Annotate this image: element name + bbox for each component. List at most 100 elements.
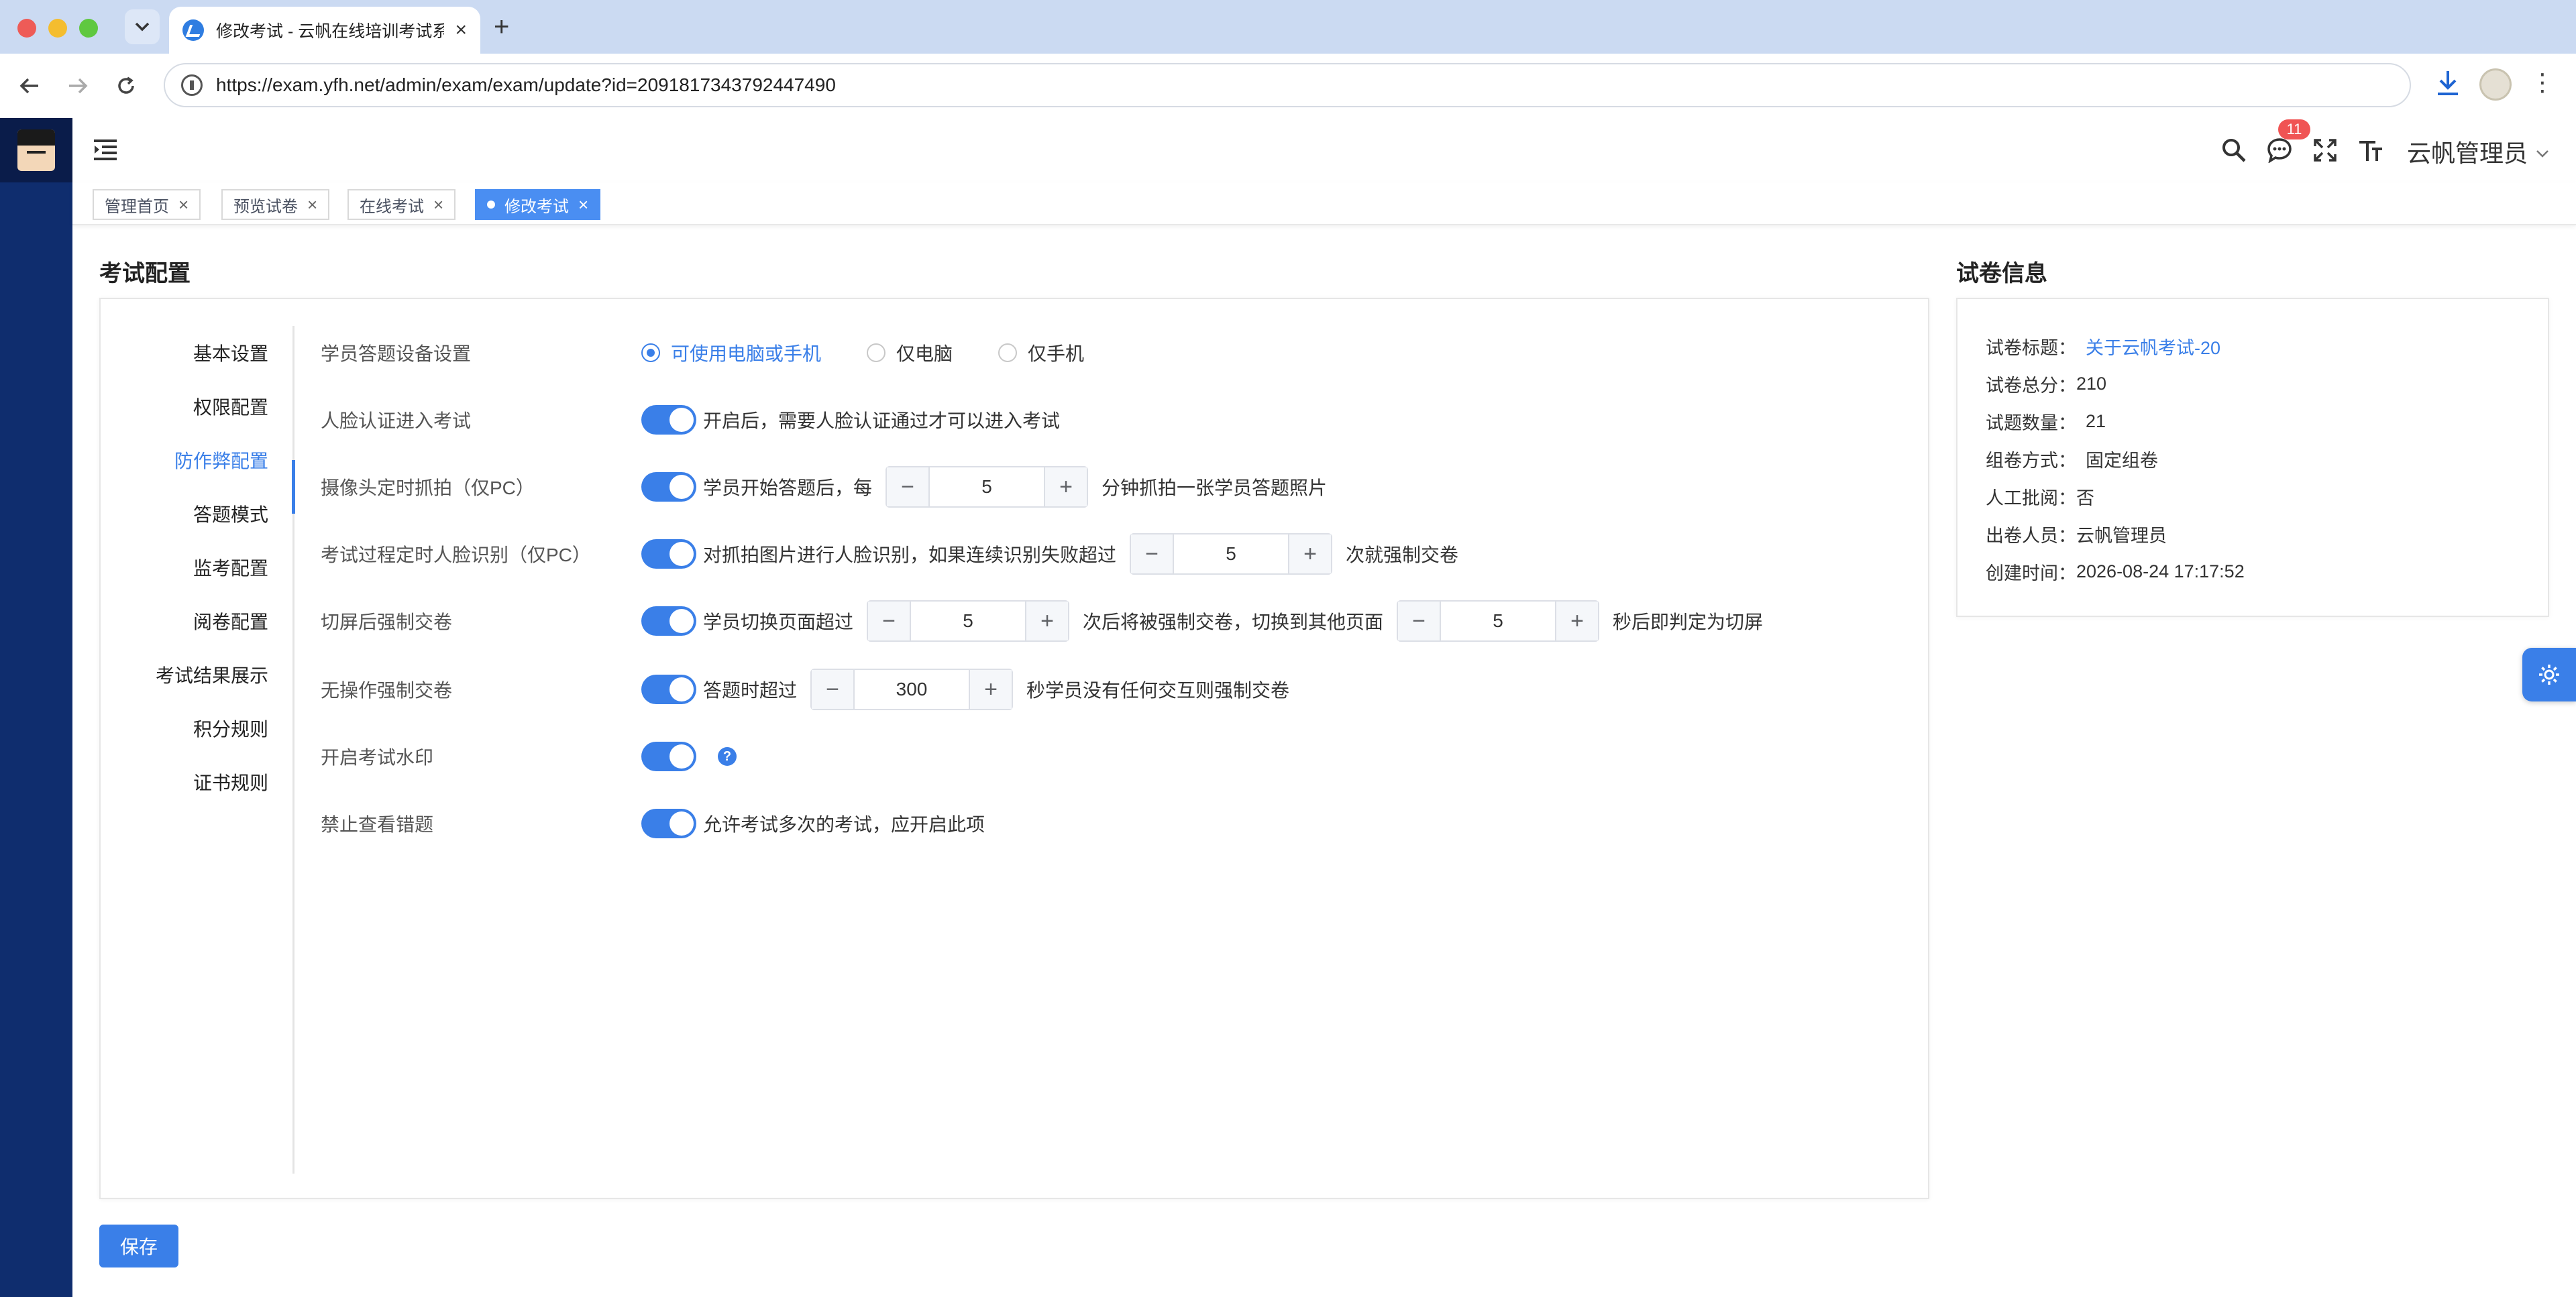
info-key: 试卷总分：	[1986, 375, 2076, 396]
face-recognition-switch[interactable]	[641, 539, 696, 569]
increment-button[interactable]: +	[1044, 467, 1087, 506]
face-auth-switch[interactable]	[641, 405, 696, 435]
hide-wrong-switch[interactable]	[641, 809, 696, 838]
menu-item-proctor[interactable]: 监考配置	[101, 541, 292, 594]
radio-pc-only[interactable]: 仅电脑	[867, 339, 953, 366]
radio-circle	[998, 343, 1018, 362]
menu-active-indicator	[292, 460, 295, 514]
close-icon[interactable]: ×	[178, 194, 189, 215]
font-size-icon[interactable]	[2356, 135, 2385, 165]
decrement-button[interactable]: −	[868, 602, 912, 640]
menu-item-answer-mode[interactable]: 答题模式	[101, 487, 292, 541]
stepper-input[interactable]: 5	[1441, 610, 1555, 632]
admin-user-menu[interactable]: 云帆管理员	[2407, 134, 2549, 169]
menu-item-anti-cheat[interactable]: 防作弊配置	[101, 433, 292, 487]
help-icon[interactable]: ?	[718, 747, 737, 766]
tab-search-button[interactable]	[125, 9, 160, 44]
paper-title-link[interactable]: 关于云帆考试-20	[2086, 333, 2220, 359]
radio-label: 仅手机	[1028, 343, 1085, 364]
browser-tab-title: 修改考试 - 云帆在线培训考试系	[216, 22, 444, 41]
url-text[interactable]: https://exam.yfh.net/admin/exam/exam/upd…	[216, 74, 836, 96]
fullscreen-icon[interactable]	[2310, 135, 2340, 165]
decrement-button[interactable]: −	[1398, 602, 1442, 640]
form-label: 摄像头定时抓拍（仅PC）	[321, 477, 535, 498]
reload-button[interactable]	[110, 70, 142, 102]
radio-pc-or-mobile[interactable]: 可使用电脑或手机	[641, 339, 821, 366]
close-icon[interactable]: ×	[433, 194, 443, 215]
decrement-button[interactable]: −	[887, 467, 930, 506]
paper-row-created: 创建时间： 2026-08-24 17:17:52	[1986, 553, 2245, 590]
paper-row-manual-review: 人工批阅：否	[1986, 477, 2245, 515]
tag-home[interactable]: 管理首页 ×	[93, 189, 201, 220]
tags-view-bar: 管理首页 × 预览试卷 × 在线考试 × 修改考试 ×	[72, 182, 2576, 225]
user-avatar-box[interactable]	[0, 118, 72, 182]
info-value: 否	[2076, 488, 2094, 508]
watermark-switch[interactable]	[641, 742, 696, 771]
paper-info-card: 试卷标题： 关于云帆考试-20 试卷总分： 210 试题数量： 21 组卷方式： 固定组…	[1956, 298, 2549, 617]
stepper-input[interactable]: 5	[930, 476, 1044, 498]
window-close-button[interactable]	[17, 19, 36, 38]
field-text: 开启后，需要人脸认证通过才可以进入考试	[703, 410, 1061, 431]
avatar	[17, 129, 55, 171]
download-icon[interactable]	[2432, 70, 2463, 102]
back-button[interactable]	[13, 70, 46, 102]
exam-config-title: 考试配置	[99, 261, 191, 286]
tag-label: 修改考试	[504, 197, 569, 216]
close-icon[interactable]: ×	[578, 194, 588, 215]
form-label: 学员答题设备设置	[321, 343, 472, 364]
form-label: 禁止查看错题	[321, 814, 434, 835]
stepper-input[interactable]: 300	[855, 679, 969, 700]
switch-screen-switch[interactable]	[641, 606, 696, 636]
radio-circle	[867, 343, 886, 362]
radio-mobile-only[interactable]: 仅手机	[998, 339, 1084, 366]
menu-item-grading[interactable]: 阅卷配置	[101, 594, 292, 648]
browser-menu-icon[interactable]: ⋮	[2530, 68, 2555, 97]
increment-button[interactable]: +	[1025, 602, 1069, 640]
message-count-badge: 11	[2278, 119, 2310, 139]
stepper-input[interactable]: 5	[1174, 543, 1288, 565]
paper-row-build-mode: 组卷方式： 固定组卷	[1986, 440, 2245, 477]
form-label: 无操作强制交卷	[321, 680, 453, 701]
close-tab-icon[interactable]: ×	[455, 19, 467, 42]
menu-item-result-display[interactable]: 考试结果展示	[101, 648, 292, 701]
close-icon[interactable]: ×	[307, 194, 317, 215]
forward-button[interactable]	[62, 70, 94, 102]
decrement-button[interactable]: −	[812, 670, 855, 709]
increment-button[interactable]: +	[1288, 534, 1332, 573]
form-row-face-recognition: 考试过程定时人脸识别（仅PC） 对抓拍图片进行人脸识别，如果连续识别失败超过 −…	[321, 527, 1458, 581]
info-value: 210	[2076, 373, 2107, 394]
idle-switch[interactable]	[641, 675, 696, 704]
menu-toggle-icon[interactable]	[94, 138, 117, 161]
field-text: 允许考试多次的考试，应开启此项	[703, 814, 985, 835]
increment-button[interactable]: +	[1555, 602, 1599, 640]
tag-preview-paper[interactable]: 预览试卷 ×	[221, 189, 330, 220]
menu-item-permission[interactable]: 权限配置	[101, 380, 292, 433]
stepper-input[interactable]: 5	[911, 610, 1025, 632]
tag-online-exam[interactable]: 在线考试 ×	[347, 189, 456, 220]
form-row-hide-wrong: 禁止查看错题 允许考试多次的考试，应开启此项	[321, 797, 985, 850]
new-tab-button[interactable]: +	[494, 12, 509, 42]
decrement-button[interactable]: −	[1131, 534, 1175, 573]
exam-config-card: 基本设置 权限配置 防作弊配置 答题模式 监考配置 阅卷配置 考试结果展示 积分…	[99, 298, 1929, 1199]
save-button[interactable]: 保存	[99, 1225, 178, 1267]
address-bar[interactable]: https://exam.yfh.net/admin/exam/exam/upd…	[164, 63, 2411, 107]
browser-tab-active[interactable]: 修改考试 - 云帆在线培训考试系 ×	[169, 7, 480, 54]
menu-item-points[interactable]: 积分规则	[101, 701, 292, 755]
settings-gear-icon[interactable]	[2522, 648, 2576, 701]
menu-item-basic[interactable]: 基本设置	[101, 326, 292, 380]
search-icon[interactable]	[2219, 135, 2249, 165]
window-minimize-button[interactable]	[48, 19, 67, 38]
profile-avatar-icon[interactable]	[2479, 68, 2512, 101]
camera-switch[interactable]	[641, 472, 696, 502]
tag-edit-exam[interactable]: 修改考试 ×	[475, 189, 601, 220]
message-icon[interactable]	[2265, 135, 2294, 165]
tag-label: 在线考试	[360, 197, 424, 216]
menu-item-certificate[interactable]: 证书规则	[101, 755, 292, 809]
increment-button[interactable]: +	[969, 670, 1012, 709]
field-text: 分钟抓拍一张学员答题照片	[1102, 477, 1328, 498]
window-maximize-button[interactable]	[79, 19, 98, 38]
site-info-icon[interactable]	[181, 74, 203, 96]
info-key: 人工批阅：	[1986, 488, 2076, 508]
info-key: 出卷人员：	[1986, 525, 2076, 546]
app-header: 11 云帆管理员	[72, 118, 2576, 182]
